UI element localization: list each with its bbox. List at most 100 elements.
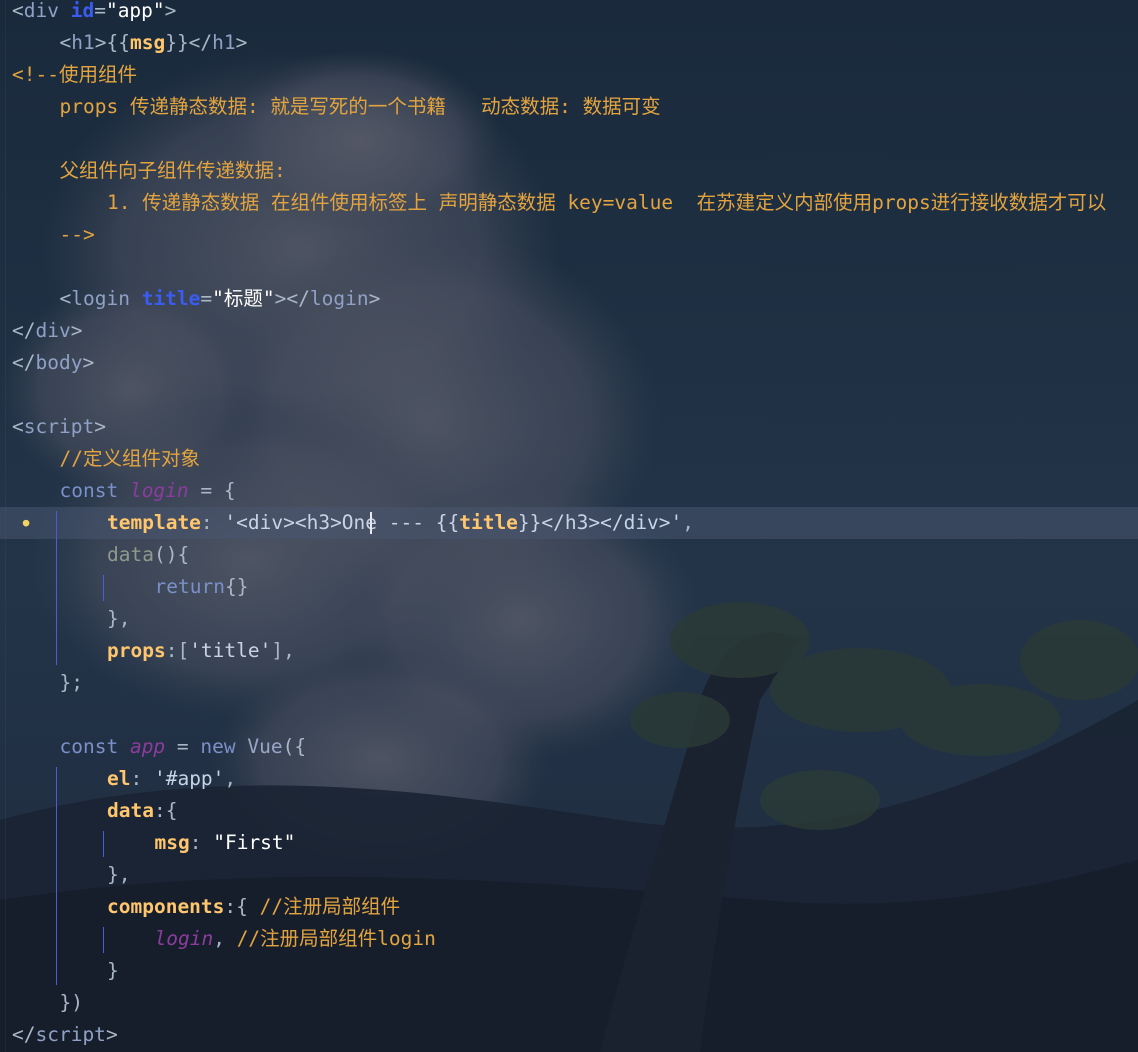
code-line[interactable] <box>0 699 1138 731</box>
code-token: id <box>70 0 95 22</box>
code-line[interactable]: }) <box>0 987 1138 1019</box>
code-token: login <box>309 287 369 310</box>
code-line[interactable]: 1. 传递静态数据 在组件使用标签上 声明静态数据 key=value 在苏建定… <box>0 187 1138 219</box>
code-line[interactable]: } <box>0 955 1138 987</box>
code-line-text: </script> <box>12 1019 118 1051</box>
code-token: }}</h3></div>' <box>517 511 683 534</box>
code-token: Vue <box>247 735 283 758</box>
code-token: "标题" <box>212 287 275 310</box>
code-line-text: template: '<div><h3>One --- {{title}}</h… <box>107 507 694 539</box>
code-line[interactable]: data:{ <box>0 795 1138 827</box>
code-token: :[ <box>165 639 190 662</box>
code-token: div <box>23 0 71 22</box>
code-token: }}</ <box>165 31 213 54</box>
code-line-text: return{} <box>155 571 249 603</box>
code-line[interactable]: return{} <box>0 571 1138 603</box>
code-line[interactable] <box>0 251 1138 283</box>
code-line-text: msg: "First" <box>155 827 296 859</box>
code-token: ({ <box>282 735 307 758</box>
code-line[interactable]: 父组件向子组件传递数据: <box>0 155 1138 187</box>
code-token: const <box>59 479 130 502</box>
code-line[interactable]: data(){ <box>0 539 1138 571</box>
lightbulb-icon[interactable]: ● <box>17 507 35 539</box>
code-token: h1 <box>212 31 236 54</box>
code-line[interactable]: el: '#app', <box>0 763 1138 795</box>
code-line-text: }) <box>60 987 83 1019</box>
code-line[interactable]: </body> <box>0 347 1138 379</box>
code-line-text: <div id="app"> <box>12 0 176 27</box>
code-line[interactable]: //定义组件对象 <box>0 443 1138 475</box>
code-token: //注册局部组件 <box>259 895 401 918</box>
code-token: title <box>459 511 518 534</box>
code-line[interactable]: components:{ //注册局部组件 <box>0 891 1138 923</box>
indent-guide <box>56 767 57 985</box>
code-line-text: }; <box>60 667 83 699</box>
code-token: script <box>23 415 95 438</box>
code-token: ], <box>271 639 295 662</box>
code-token: >{{ <box>94 31 130 54</box>
code-line-text: //定义组件对象 <box>60 443 200 475</box>
code-token: data <box>107 799 154 822</box>
code-line[interactable]: </script> <box>0 1019 1138 1051</box>
code-line[interactable]: <script> <box>0 411 1138 443</box>
code-line-text: 1. 传递静态数据 在组件使用标签上 声明静态数据 key=value 在苏建定… <box>107 187 1106 219</box>
code-token: : <box>200 511 225 534</box>
code-line[interactable]: const app = new Vue({ <box>0 731 1138 763</box>
code-line-text: 父组件向子组件传递数据: <box>60 155 286 187</box>
code-line[interactable]: login, //注册局部组件login <box>0 923 1138 955</box>
code-token: "First" <box>213 831 296 854</box>
code-token: //注册局部组件login <box>236 927 436 950</box>
code-line[interactable]: <div id="app"> <box>0 0 1138 27</box>
code-line[interactable]: <!--使用组件 <box>0 59 1138 91</box>
code-line[interactable] <box>0 379 1138 411</box>
code-token: : <box>189 831 214 854</box>
code-token: </ <box>12 319 36 342</box>
code-line[interactable]: <h1>{{msg}}</h1> <box>0 27 1138 59</box>
code-token: 父组件向子组件传递数据: <box>59 159 286 182</box>
code-token: </ <box>12 1023 36 1046</box>
code-line-text: props 传递静态数据: 就是写死的一个书籍 动态数据: 数据可变 <box>60 91 661 123</box>
code-line-text: const app = new Vue({ <box>60 731 307 763</box>
code-editor[interactable]: <div id="app"> <h1>{{msg}}</h1> <!--使用组件 pr… <box>0 0 1138 1052</box>
code-line[interactable]: props:['title'], <box>0 635 1138 667</box>
code-line[interactable]: --> <box>0 219 1138 251</box>
code-line-text: --> <box>60 219 95 251</box>
indent-guide <box>56 511 57 665</box>
code-token: ></ <box>274 287 310 310</box>
code-line[interactable]: }; <box>0 667 1138 699</box>
code-line-text: props:['title'], <box>107 635 295 667</box>
code-token: "app" <box>105 0 165 22</box>
code-line[interactable]: }, <box>0 603 1138 635</box>
code-line[interactable]: }, <box>0 859 1138 891</box>
code-token: const <box>59 735 130 758</box>
code-line[interactable]: </div> <box>0 315 1138 347</box>
code-token: , <box>224 767 237 790</box>
code-token: > <box>164 0 177 22</box>
code-token: login <box>154 927 214 950</box>
code-token: > <box>94 415 106 438</box>
code-token: < <box>12 415 24 438</box>
code-token: }, <box>107 607 131 630</box>
code-token: } <box>107 959 119 982</box>
code-line[interactable]: const login = { <box>0 475 1138 507</box>
code-line-text: login, //注册局部组件login <box>155 923 436 955</box>
code-token: login <box>71 287 142 310</box>
code-line[interactable]: template: '<div><h3>One --- {{title}}</h… <box>0 507 1138 539</box>
code-token: msg <box>154 831 190 854</box>
code-token: }; <box>59 671 83 694</box>
code-token: title <box>141 287 201 310</box>
code-line[interactable]: msg: "First" <box>0 827 1138 859</box>
indent-guide <box>103 927 104 953</box>
code-token: new <box>200 735 248 758</box>
code-token: data <box>107 543 154 566</box>
code-token: h1 <box>71 31 95 54</box>
code-line-text: const login = { <box>60 475 236 507</box>
code-line-text: </body> <box>12 347 94 379</box>
code-line[interactable]: <login title="标题"></login> <box>0 283 1138 315</box>
code-token: {} <box>224 575 249 598</box>
code-token: </ <box>12 351 36 374</box>
code-token: '#app' <box>153 767 225 790</box>
code-token: }) <box>59 991 83 1014</box>
code-line[interactable]: props 传递静态数据: 就是写死的一个书籍 动态数据: 数据可变 <box>0 91 1138 123</box>
code-line[interactable] <box>0 123 1138 155</box>
